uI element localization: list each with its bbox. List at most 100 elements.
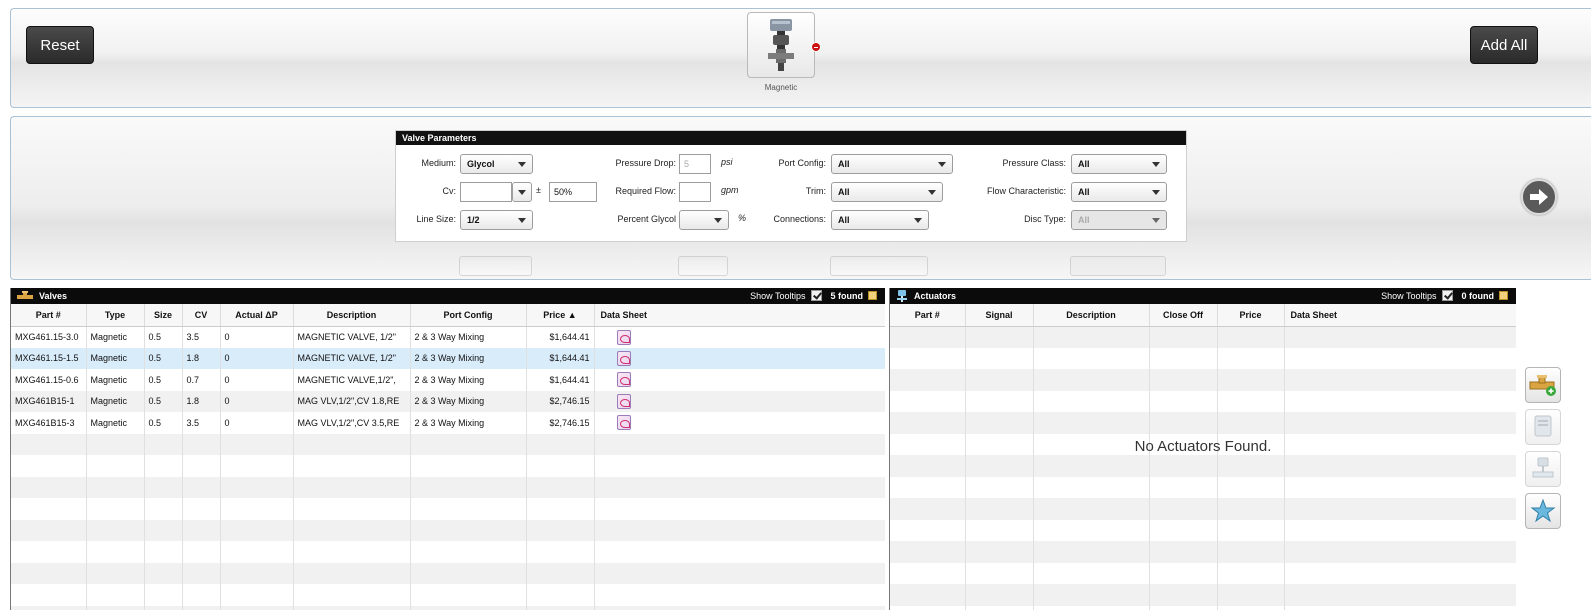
pressure-class-select[interactable]: All [1071,154,1167,174]
empty-row [890,412,1516,434]
column-header-port-config[interactable]: Port Config [410,304,527,327]
valves-header-row: Part # Type Size CV Actual ΔP Descriptio… [11,304,885,327]
magnetic-valve-icon [768,19,794,71]
trim-select[interactable]: All [831,182,943,202]
pdf-icon[interactable] [616,372,631,388]
pressure-drop-input[interactable]: 5 [679,154,711,174]
column-header-description[interactable]: Description [1033,304,1150,327]
column-header-signal[interactable]: Signal [965,304,1034,327]
table-row[interactable]: MXG461.15-1.5 Magnetic 0.5 1.8 0 MAGNETI… [11,347,885,369]
column-header-size[interactable]: Size [144,304,183,327]
chevron-down-icon [1152,162,1160,167]
table-row[interactable]: MXG461B15-3 Magnetic 0.5 3.5 0 MAG VLV,1… [11,412,885,434]
expand-icon[interactable] [868,291,877,300]
column-header-description[interactable]: Description [293,304,411,327]
disc-type-select: All [1071,210,1167,230]
cell-actual-dp: 0 [220,369,294,391]
cv-input[interactable] [460,182,512,202]
cell-part: MXG461.15-0.6 [11,369,87,391]
empty-row [890,605,1516,610]
valve-parameters-box: Valve Parameters Medium: Glycol Cv: ± 50… [395,130,1187,242]
column-header-data-sheet[interactable]: Data Sheet [594,304,885,327]
expand-icon[interactable] [1499,291,1508,300]
cell-cv: 3.5 [182,412,221,434]
valves-grid: Valves Show Tooltips 5 found Part # Type… [10,288,885,610]
chevron-down-icon [518,190,526,195]
actuators-table-body [890,326,1516,610]
actuator-details-button[interactable] [1525,409,1561,445]
empty-row [890,326,1516,348]
show-tooltips-checkbox[interactable] [810,290,822,301]
add-valve-button[interactable] [1525,367,1561,403]
cv-tolerance-input[interactable]: 50% [549,182,597,202]
add-all-button[interactable]: Add All [1470,26,1538,64]
add-valve-icon [1529,375,1556,396]
pressure-drop-label: Pressure Drop: [615,158,676,168]
pressure-drop-unit: psi [721,157,733,167]
cell-size: 0.5 [144,390,183,412]
empty-row [11,476,885,498]
empty-row [890,519,1516,541]
empty-row [11,562,885,584]
pressure-class-label: Pressure Class: [1002,158,1066,168]
column-header-close-off[interactable]: Close Off [1149,304,1218,327]
column-header-cv[interactable]: CV [182,304,221,327]
line-size-label: Line Size: [416,214,456,224]
reflection-select [678,256,728,276]
show-tooltips-checkbox[interactable] [1441,290,1453,301]
assembly-button[interactable] [1525,451,1561,487]
port-config-select[interactable]: All [831,154,953,174]
table-row[interactable]: MXG461.15-0.6 Magnetic 0.5 0.7 0 MAGNETI… [11,369,885,391]
pdf-icon[interactable] [616,329,631,345]
next-button[interactable] [1521,179,1557,215]
cv-dropdown-button[interactable] [512,182,532,202]
cell-type: Magnetic [86,390,145,412]
column-header-price[interactable]: Price [1217,304,1285,327]
port-config-label: Port Config: [778,158,826,168]
connections-select[interactable]: All [831,210,929,230]
cell-description: MAGNETIC VALVE, 1/2" [293,347,411,369]
document-icon [1534,415,1552,437]
reflection-select [459,256,532,276]
show-tooltips-label: Show Tooltips [750,290,806,301]
cell-price: $1,644.41 [526,326,595,348]
column-header-price[interactable]: Price ▲ [526,304,595,327]
cell-part: MXG461.15-1.5 [11,347,87,369]
pdf-icon[interactable] [616,415,631,431]
valve-icon [17,291,33,299]
arrow-right-icon [1530,189,1548,205]
line-size-select[interactable]: 1/2 [460,210,533,230]
table-row[interactable]: MXG461B15-1 Magnetic 0.5 1.8 0 MAG VLV,1… [11,390,885,412]
empty-row [11,605,885,610]
cell-data-sheet [594,412,885,434]
chevron-down-icon [1152,218,1160,223]
cell-type: Magnetic [86,412,145,434]
column-header-part[interactable]: Part # [890,304,966,327]
flow-characteristic-select[interactable]: All [1071,182,1167,202]
cell-size: 0.5 [144,369,183,391]
valves-found-count: 5 found [830,290,864,301]
reset-button[interactable]: Reset [26,26,94,64]
valve-selector-app: Reset Magnetic Add All Valve Parameters … [0,0,1591,610]
reflection-select [830,256,928,276]
cell-port-config: 2 & 3 Way Mixing [410,326,527,348]
cell-cv: 1.8 [182,347,221,369]
required-flow-input[interactable] [679,182,711,202]
column-header-part[interactable]: Part # [11,304,87,327]
percent-glycol-select[interactable] [679,210,729,230]
actuators-table: Part # Signal Description Close Off Pric… [890,304,1516,610]
column-header-data-sheet[interactable]: Data Sheet [1284,304,1516,327]
selected-valve-tile[interactable] [747,12,815,78]
table-row[interactable]: MXG461.15-3.0 Magnetic 0.5 3.5 0 MAGNETI… [11,326,885,348]
pdf-icon[interactable] [616,393,631,409]
empty-row [890,455,1516,477]
column-header-type[interactable]: Type [86,304,145,327]
remove-valve-icon[interactable] [811,42,821,52]
favorites-button[interactable] [1525,493,1561,529]
valves-title: Valves [39,291,68,301]
cell-data-sheet [594,326,885,348]
column-header-actual-dp[interactable]: Actual ΔP [220,304,294,327]
medium-select[interactable]: Glycol [460,154,533,174]
pdf-icon[interactable] [616,350,631,366]
required-flow-label: Required Flow: [615,186,676,196]
